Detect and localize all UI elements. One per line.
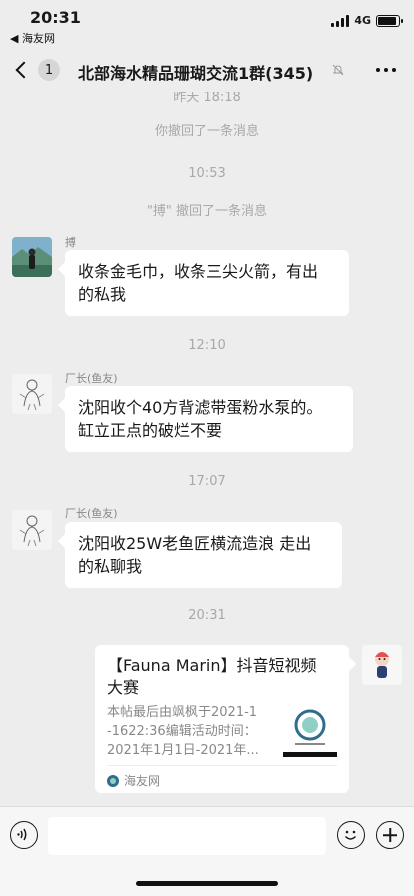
card-title-line: 【Fauna Marin】抖音短视频	[107, 656, 317, 675]
message-text: 缸立正点的破烂不要	[78, 421, 223, 440]
avatar[interactable]	[12, 237, 52, 277]
card-title-line: 大赛	[107, 678, 140, 697]
avatar-sketch-icon	[19, 379, 45, 411]
avatar[interactable]	[12, 374, 52, 414]
status-time: 20:31	[30, 8, 81, 27]
more-options-button[interactable]	[376, 68, 396, 72]
timestamp: 10:53	[188, 166, 226, 181]
card-divider	[107, 765, 337, 766]
avatar[interactable]	[12, 510, 52, 550]
sender-name: 搏	[65, 236, 76, 249]
message-bubble[interactable]: 沈阳收个40方背滤带蛋粉水泵的。 缸立正点的破烂不要	[65, 386, 353, 452]
card-title: 【Fauna Marin】抖音短视频 大赛	[107, 655, 337, 699]
card-desc-line: 2021年1月1日-2021年...	[107, 743, 259, 758]
chat-header: 1 北部海水精品珊瑚交流1群(345)	[0, 48, 414, 92]
message-input[interactable]	[48, 817, 326, 855]
dot-icon	[392, 68, 396, 72]
message-text: 收条金毛巾，收条三尖火箭，有出	[78, 262, 319, 281]
sender-name: 厂长(鱼友)	[65, 507, 118, 520]
avatar-photo-icon	[12, 237, 52, 277]
system-notice: "搏" 撤回了一条消息	[146, 204, 268, 219]
card-thumbnail-icon	[283, 703, 337, 757]
emoji-icon	[344, 830, 357, 840]
input-bar	[0, 806, 414, 896]
link-card[interactable]: 【Fauna Marin】抖音短视频 大赛 本帖最后由飒枫于2021-1 -16…	[95, 645, 349, 793]
signal-icon	[331, 14, 350, 27]
card-source: 海友网	[107, 772, 160, 789]
network-type: 4G	[354, 14, 371, 27]
chevron-left-icon	[15, 61, 33, 79]
status-bar: 20:31 ◀ 海友网 4G	[0, 0, 414, 48]
card-desc-line: 本帖最后由飒枫于2021-1	[107, 705, 258, 720]
avatar-cartoon-icon	[375, 652, 389, 678]
timestamp: 12:10	[188, 338, 226, 353]
source-logo-icon	[107, 774, 119, 787]
home-indicator	[136, 881, 278, 886]
mute-bell-icon	[332, 64, 344, 76]
avatar-sketch-icon	[19, 515, 45, 547]
chat-title: 北部海水精品珊瑚交流1群(345)	[78, 64, 314, 83]
message-list[interactable]: 昨天 18:18 你撤回了一条消息 10:53 "搏" 撤回了一条消息 搏 收条…	[0, 92, 414, 806]
message-bubble[interactable]: 沈阳收25W老鱼匠横流造浪 走出 的私聊我	[65, 522, 342, 588]
voice-button[interactable]	[10, 821, 38, 849]
message-text: 的私聊我	[78, 557, 143, 576]
plus-button[interactable]	[376, 821, 404, 849]
unread-badge: 1	[38, 59, 60, 81]
timestamp: 昨天 18:18	[173, 92, 241, 105]
sender-name: 厂长(鱼友)	[65, 372, 118, 385]
message-text: 沈阳收个40方背滤带蛋粉水泵的。	[78, 398, 323, 417]
system-notice: 你撤回了一条消息	[154, 124, 259, 139]
dot-icon	[384, 68, 388, 72]
card-source-label: 海友网	[124, 774, 161, 788]
card-description: 本帖最后由飒枫于2021-1 -1622:36编辑活动时间： 2021年1月1日…	[107, 703, 285, 760]
message-text: 沈阳收25W老鱼匠横流造浪 走出	[78, 534, 312, 553]
card-desc-line: -1622:36编辑活动时间：	[107, 724, 257, 739]
battery-icon	[376, 14, 403, 27]
dot-icon	[376, 68, 380, 72]
timestamp: 20:31	[188, 608, 226, 623]
message-bubble[interactable]: 收条金毛巾，收条三尖火箭，有出 的私我	[65, 250, 349, 316]
status-indicators: 4G	[331, 14, 403, 27]
timestamp: 17:07	[188, 474, 226, 489]
back-to-app-link[interactable]: ◀ 海友网	[10, 30, 55, 46]
emoji-button[interactable]	[337, 821, 365, 849]
my-avatar[interactable]	[362, 645, 402, 685]
message-text: 的私我	[78, 285, 127, 304]
voice-icon	[17, 828, 27, 841]
back-button[interactable]: 1	[12, 56, 60, 84]
